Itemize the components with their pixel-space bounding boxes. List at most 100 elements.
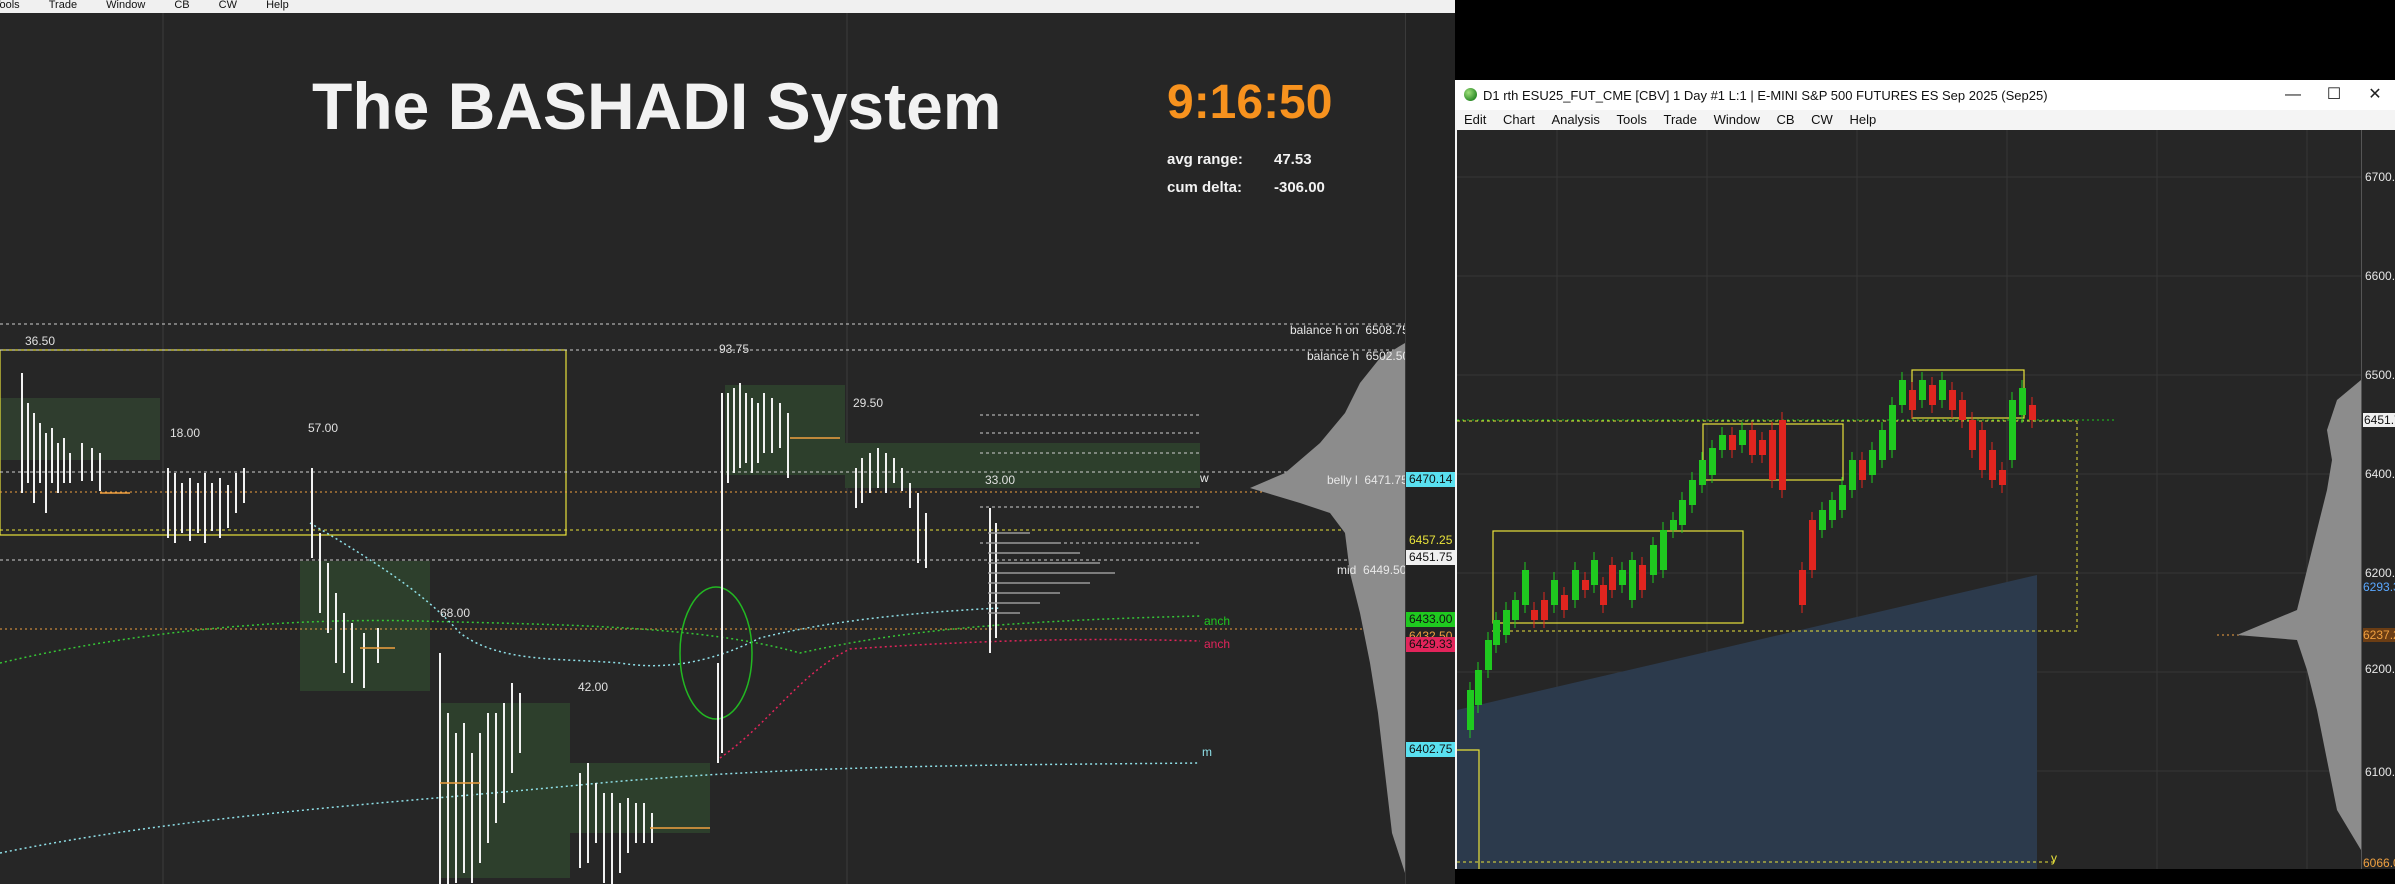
price-axis-label: 6200.00 xyxy=(2365,566,2395,580)
price-tag: 6451.75 xyxy=(2363,413,2395,427)
menu-cw[interactable]: CW xyxy=(219,0,237,11)
menu-tools[interactable]: Tools xyxy=(0,0,20,11)
right-price-axis[interactable]: 6700.00 6600.00 6500.00 6400.00 6200.00 … xyxy=(2361,130,2395,869)
value-area-zone xyxy=(0,398,160,460)
cum-delta-label: cum delta: xyxy=(1167,179,1243,196)
chart-title: The BASHADI System xyxy=(312,69,1002,143)
y-label: y xyxy=(2051,851,2057,865)
candle xyxy=(1619,570,1626,585)
candle xyxy=(1979,430,1986,470)
volume-profile xyxy=(1250,343,1405,873)
menu-cw[interactable]: CW xyxy=(1811,110,1833,130)
candle xyxy=(1739,430,1746,445)
candle xyxy=(1475,670,1482,705)
menu-tools[interactable]: Tools xyxy=(1617,110,1647,130)
left-price-axis[interactable]: 6470.14 6457.25 6451.75 6433.00 6432.50 … xyxy=(1405,13,1455,884)
candle xyxy=(1869,450,1876,475)
candle xyxy=(1809,520,1816,570)
menu-window[interactable]: Window xyxy=(106,0,145,11)
candle xyxy=(1959,400,1966,420)
candle xyxy=(1749,430,1756,455)
daily-chart-window: D1 rth ESU25_FUT_CME [CBV] 1 Day #1 L:1 … xyxy=(1455,80,2395,869)
range-label: 68.00 xyxy=(440,606,471,620)
candle xyxy=(1819,510,1826,530)
developing-profile xyxy=(988,532,1115,614)
price-axis-label: 6500.00 xyxy=(2365,368,2395,382)
menu-cb[interactable]: CB xyxy=(174,0,189,11)
volume-profile xyxy=(2237,380,2361,850)
range-label: 29.50 xyxy=(853,396,884,410)
minimize-button[interactable]: — xyxy=(2276,83,2310,107)
daily-chart-area[interactable]: y xyxy=(1457,130,2361,869)
menu-trade[interactable]: Trade xyxy=(1663,110,1696,130)
candle xyxy=(1729,435,1736,450)
ellipse-annotation xyxy=(679,586,753,720)
anch-red-label: anch xyxy=(1204,637,1231,651)
candle xyxy=(1889,405,1896,450)
candle xyxy=(2009,400,2016,460)
menu-window[interactable]: Window xyxy=(1714,110,1760,130)
candle xyxy=(1909,390,1916,410)
price-tag: 6293.32 xyxy=(2363,580,2395,594)
level-label-balance-h: balance h 6502.50 xyxy=(1307,349,1410,363)
menu-trade[interactable]: Trade xyxy=(49,0,77,11)
w-line-label: w xyxy=(1200,471,1209,485)
avg-range-value: 47.53 xyxy=(1274,151,1312,168)
maximize-button[interactable]: ☐ xyxy=(2317,83,2351,107)
candle xyxy=(1939,380,1946,400)
candle xyxy=(1709,448,1716,475)
menu-help[interactable]: Help xyxy=(1849,110,1876,130)
price-axis-label: 6600.00 xyxy=(2365,269,2395,283)
candle xyxy=(1670,520,1677,530)
candle xyxy=(1561,595,1568,610)
price-tag: 6402.75 xyxy=(1406,742,1455,757)
candle xyxy=(1629,560,1636,600)
daily-chart-canvas: y xyxy=(1457,130,2361,869)
bar-timer: 9:16:50 xyxy=(1167,76,1333,129)
candle xyxy=(1999,470,2006,485)
candle xyxy=(1600,585,1607,605)
candle xyxy=(1859,460,1866,480)
candle xyxy=(1849,460,1856,490)
price-axis-label: 6100.00 xyxy=(2365,765,2395,779)
value-area-zone xyxy=(570,763,710,833)
main-chart-window: Tools Trade Window CB CW Help xyxy=(0,0,1455,884)
range-label: 57.00 xyxy=(308,421,339,435)
candle xyxy=(1839,485,1846,510)
candle xyxy=(1689,480,1696,505)
candle xyxy=(1829,500,1836,520)
candle xyxy=(1591,560,1598,585)
balance-box xyxy=(1492,530,1744,624)
price-axis-label: 6400.00 xyxy=(2365,467,2395,481)
m-line-label: m xyxy=(1202,745,1212,759)
range-label: 33.00 xyxy=(985,473,1016,487)
candle xyxy=(1541,600,1548,620)
candle xyxy=(1650,545,1657,575)
candle xyxy=(1467,690,1474,730)
candle xyxy=(1512,600,1519,620)
price-tag: 6470.14 xyxy=(1406,472,1455,487)
close-button[interactable]: ✕ xyxy=(2358,83,2392,107)
menu-cb[interactable]: CB xyxy=(1776,110,1794,130)
candle xyxy=(1919,380,1926,400)
anch-green-label: anch xyxy=(1204,614,1231,628)
candle xyxy=(1899,380,1906,405)
range-label: 36.50 xyxy=(25,334,56,348)
menu-edit[interactable]: Edit xyxy=(1464,110,1486,130)
menu-analysis[interactable]: Analysis xyxy=(1551,110,1599,130)
level-label-mid: mid 6449.50 xyxy=(1337,563,1407,577)
left-menu-bar: Tools Trade Window CB CW Help xyxy=(0,0,1455,13)
range-label: 93.75 xyxy=(719,342,750,356)
candle xyxy=(1551,580,1558,605)
menu-help[interactable]: Help xyxy=(266,0,289,11)
menu-chart[interactable]: Chart xyxy=(1503,110,1535,130)
globe-icon xyxy=(1464,88,1477,101)
candle xyxy=(1639,565,1646,590)
footprint-chart-area[interactable]: The BASHADI System 9:16:50 avg range: 47… xyxy=(0,13,1409,884)
window-title-bar[interactable]: D1 rth ESU25_FUT_CME [CBV] 1 Day #1 L:1 … xyxy=(1455,80,2395,110)
candle xyxy=(1989,450,1996,480)
candle xyxy=(1799,570,1806,605)
candle xyxy=(1582,580,1589,590)
range-label: 18.00 xyxy=(170,426,201,440)
candle xyxy=(1759,440,1766,455)
